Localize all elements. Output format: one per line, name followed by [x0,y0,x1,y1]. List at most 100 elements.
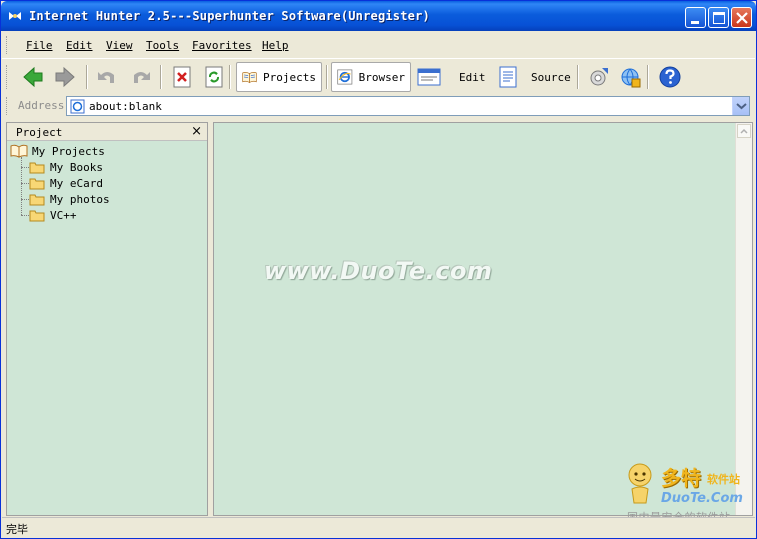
tree-root-my-projects[interactable]: My Projects [10,143,105,159]
project-panel: Project × My Projects My Books My eCard … [6,122,208,516]
toolbar-separator [326,65,328,89]
address-value: about:blank [89,100,162,113]
projects-label: Projects [263,70,316,84]
undo-button[interactable] [90,62,124,92]
help-button[interactable] [653,62,687,92]
browser-button[interactable]: Browser [331,62,411,92]
maximize-icon [713,12,725,24]
menu-edit[interactable]: Edit [66,39,93,52]
menu-file-label: File [26,39,53,52]
document-source-icon [499,66,517,88]
redo-button[interactable] [124,62,158,92]
address-grip[interactable] [6,97,9,115]
address-label: Address [18,99,65,112]
status-text: 完毕 [6,523,28,536]
gear-settings-icon [590,68,608,86]
stop-button[interactable] [166,62,198,92]
menu-edit-label: Edit [66,39,93,52]
title-bar[interactable]: Internet Hunter 2.5---Superhunter Softwa… [1,1,756,31]
book-icon [10,144,28,158]
stop-icon [173,66,191,88]
tree-item-vc[interactable]: VC++ [29,207,77,223]
minimize-icon [691,21,699,24]
chevron-up-icon [740,128,748,134]
tree-connector [21,183,29,184]
watermark-text: www.DuoTe.com [264,257,493,285]
tree-item-my-photos[interactable]: My photos [29,191,110,207]
tree-connector [21,215,29,216]
globe-config-icon [621,68,641,88]
minimize-button[interactable] [685,7,706,28]
tree-item-my-books[interactable]: My Books [29,159,103,175]
menu-favorites[interactable]: Favorites [192,39,252,52]
address-input[interactable]: about:blank [66,96,750,116]
address-bar: Address about:blank [2,94,755,118]
tree-root-label: My Projects [32,144,105,158]
toolbar-separator [577,65,579,89]
forward-arrow-icon [55,66,75,88]
browser-view[interactable]: www.DuoTe.com [213,122,753,516]
toolbar-separator [647,65,649,89]
redo-icon [134,72,150,83]
status-bar: 完毕 [2,517,755,538]
edit-window-icon [417,68,441,86]
edit-label: Edit [459,70,486,84]
help-question-icon [659,66,681,88]
source-button[interactable]: Source [492,62,576,92]
tree-item-label: My photos [50,192,110,206]
refresh-icon [205,66,223,88]
menu-file[interactable]: File [26,39,53,52]
scroll-up-button[interactable] [737,124,751,138]
tool-button-1[interactable] [582,62,616,92]
page-icon [70,99,85,114]
close-button[interactable] [731,7,752,28]
undo-icon [98,72,114,83]
chevron-down-icon [736,103,747,110]
source-label: Source [531,70,571,84]
address-dropdown-button[interactable] [732,97,749,115]
tree-item-my-ecard[interactable]: My eCard [29,175,103,191]
tree-item-label: My eCard [50,176,103,190]
close-icon [736,12,748,24]
refresh-button[interactable] [198,62,230,92]
back-arrow-icon [23,66,43,88]
tool-button-2[interactable] [613,62,647,92]
menu-help[interactable]: Help [262,39,289,52]
book-icon [242,72,257,84]
toolbar-grip[interactable] [6,65,9,89]
ie-browser-icon [337,69,353,85]
edit-view-button[interactable]: Edit [412,62,491,92]
menu-tools-label: Tools [146,39,180,52]
menu-view[interactable]: View [106,39,133,52]
vertical-scrollbar[interactable] [735,123,752,515]
menu-view-label: View [106,39,133,52]
mascot-icon [628,463,652,504]
project-panel-title: Project [16,126,63,139]
back-button[interactable] [16,62,50,92]
brand-subtitle: 软件站 [707,473,740,486]
tree-item-label: My Books [50,160,103,174]
toolbar: Projects Browser Edit Source [2,58,755,94]
tree-item-label: VC++ [50,208,77,222]
forward-button[interactable] [48,62,82,92]
menu-bar: File Edit View Tools Favorites Help [2,32,755,58]
app-window: Internet Hunter 2.5---Superhunter Softwa… [0,0,757,539]
menu-tools[interactable]: Tools [146,39,179,52]
toolbar-separator [160,65,162,89]
brand-url: DuoTe.Com [661,491,743,506]
tree-connector [21,157,22,215]
toolbar-separator [86,65,88,89]
window-title: Internet Hunter 2.5---Superhunter Softwa… [29,9,430,23]
projects-button[interactable]: Projects [236,62,322,92]
menu-help-label: Help [262,39,289,52]
panel-close-button[interactable]: × [191,124,202,139]
browser-label: Browser [358,70,405,84]
toolbar-separator [229,65,231,89]
folder-icon [29,210,45,221]
folder-icon [29,194,45,205]
folder-icon [29,162,45,173]
tree-connector [21,167,29,168]
maximize-button[interactable] [708,7,729,28]
menu-grip[interactable] [6,36,9,54]
folder-icon [29,178,45,189]
